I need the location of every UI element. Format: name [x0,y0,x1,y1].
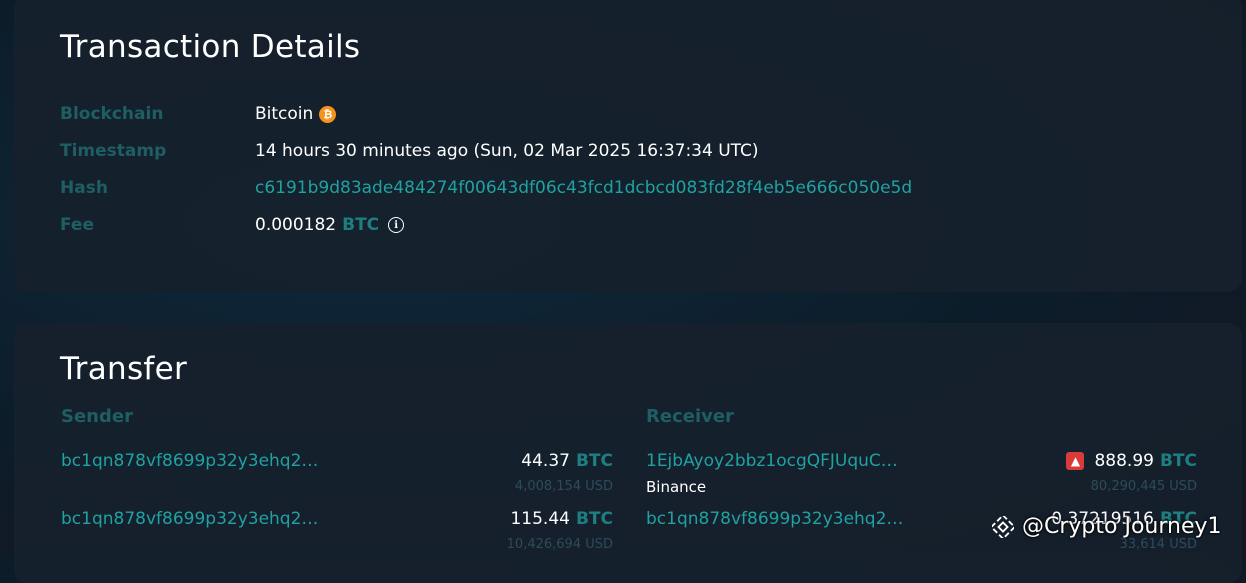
fee-value-wrap: 0.000182 BTC i [255,215,405,235]
receiver-address[interactable]: 1EjbAyoy2bbz1ocgQFJUquC… [646,451,898,471]
sender-usd: 4,008,154 USD [514,479,613,494]
sender-address[interactable]: bc1qn878vf8699p32y3ehq2… [61,509,318,529]
sender-amount-value: 44.37 [521,451,570,471]
bitcoin-icon: ₿ [319,105,337,123]
hash-link[interactable]: c6191b9d83ade484274f00643df06c43fcd1dcbc… [255,178,912,198]
sender-amount-unit: BTC [575,509,613,529]
blockchain-value: Bitcoin [255,104,314,124]
blockchain-row: Blockchain Bitcoin ₿ [60,102,337,126]
details-title: Transaction Details [60,29,361,65]
transfer-card: Transfer Sender Receiver bc1qn878vf8699p… [14,323,1242,583]
alert-siren-icon: ▲ [1066,452,1085,470]
sender-amount: 115.44 BTC [394,509,613,529]
info-icon[interactable]: i [388,217,405,233]
receiver-usd: 33,614 USD [1119,537,1197,552]
fee-row: Fee 0.000182 BTC i [60,213,405,237]
receiver-usd: 80,290,445 USD [1090,479,1197,494]
receiver-entity: Binance [646,478,707,496]
receiver-amount-value: 888.99 [1094,451,1154,471]
sender-amount-unit: BTC [575,451,613,471]
receiver-amount-unit: BTC [1159,451,1197,471]
sender-usd: 10,426,694 USD [506,537,613,552]
hash-label: Hash [60,178,108,198]
timestamp-value: 14 hours 30 minutes ago (Sun, 02 Mar 202… [255,141,759,161]
blockchain-label: Blockchain [60,104,164,124]
fee-unit: BTC [342,215,380,235]
receiver-amount: ▲ 888.99 BTC [964,451,1197,471]
sender-amount-value: 115.44 [510,509,570,529]
hash-row: Hash c6191b9d83ade484274f00643df06c43fcd… [60,176,912,200]
timestamp-row: Timestamp 14 hours 30 minutes ago (Sun, … [60,139,759,163]
fee-value: 0.000182 [255,215,337,235]
blockchain-value-wrap: Bitcoin ₿ [255,104,337,124]
sender-address[interactable]: bc1qn878vf8699p32y3ehq2… [61,451,318,471]
fee-label: Fee [60,215,94,235]
sender-header: Sender [61,406,133,427]
transaction-details-card: Transaction Details Blockchain Bitcoin ₿… [14,0,1242,292]
receiver-header: Receiver [646,406,734,427]
binance-logo-icon [992,515,1014,538]
sender-amount: 44.37 BTC [394,451,613,471]
receiver-address[interactable]: bc1qn878vf8699p32y3ehq2… [646,509,903,529]
timestamp-label: Timestamp [60,141,167,161]
watermark: @Crypto Journey1 [992,514,1222,539]
watermark-text: @Crypto Journey1 [1022,514,1222,539]
transfer-title: Transfer [60,351,188,387]
